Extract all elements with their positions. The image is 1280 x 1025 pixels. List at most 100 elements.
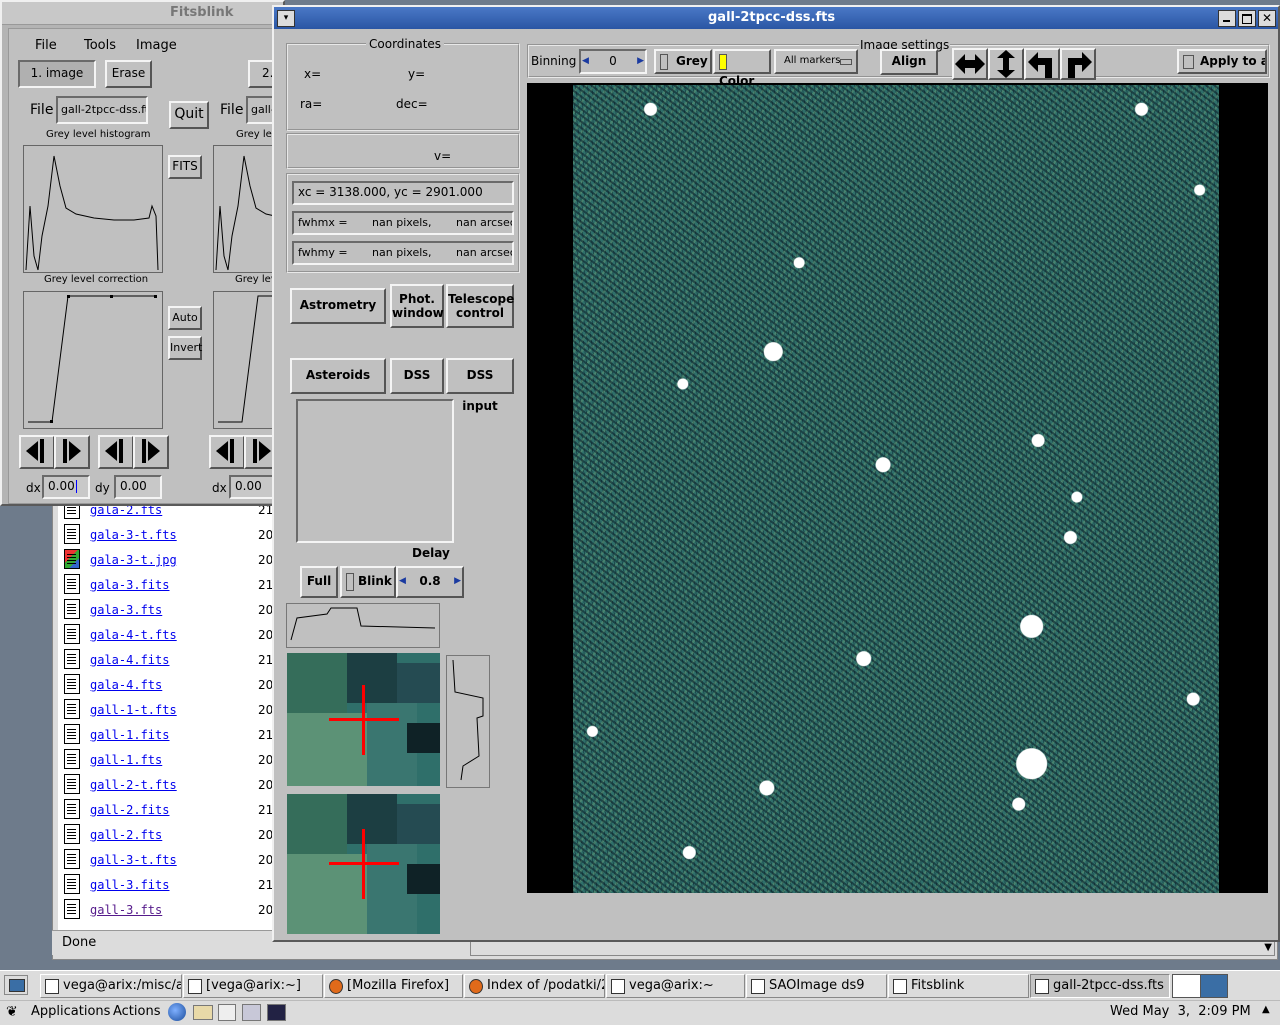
- menu-tools[interactable]: Tools: [84, 38, 116, 53]
- workspace-switcher[interactable]: [1172, 974, 1228, 998]
- window-menu-button[interactable]: ▾: [277, 10, 295, 27]
- terminal-launcher-icon[interactable]: [267, 1004, 286, 1021]
- clock[interactable]: Wed May 3, 2:09 PM: [1110, 1004, 1251, 1019]
- file-list-item[interactable]: gala-3.fits 21: [58, 572, 280, 597]
- file-link[interactable]: gall-2.fts: [90, 828, 162, 842]
- menu-image[interactable]: Image: [136, 38, 177, 53]
- maximize-button[interactable]: [1238, 10, 1256, 27]
- dss-button[interactable]: DSS: [390, 358, 444, 394]
- file-link[interactable]: gall-3.fts: [90, 903, 162, 917]
- decrement-icon[interactable]: ◀: [399, 568, 406, 595]
- file-field[interactable]: gall-2tpcc-dss.fts: [56, 96, 148, 124]
- align-button[interactable]: Align: [880, 49, 938, 75]
- file-list-item[interactable]: gall-3-t.fts 20: [58, 847, 280, 872]
- file-list-item[interactable]: gala-4.fits 21: [58, 647, 280, 672]
- binning-spinner[interactable]: ◀ 0 ▶: [579, 49, 647, 74]
- workspace-1[interactable]: [1173, 975, 1201, 997]
- actions-menu[interactable]: Actions: [113, 1004, 161, 1019]
- image-window-titlebar[interactable]: ▾ gall-2tpcc-dss.fts ✕: [274, 7, 1278, 29]
- scroll-right-icon[interactable]: ▼: [1264, 942, 1272, 953]
- delay-spinner[interactable]: ◀ 0.8 ▶: [396, 566, 464, 598]
- grey-radio[interactable]: Grey: [654, 49, 712, 74]
- file-link[interactable]: gala-3-t.fts: [90, 528, 177, 542]
- file-list-item[interactable]: gala-4-t.fts 20: [58, 622, 280, 647]
- zoom-image-2[interactable]: [287, 794, 440, 934]
- rotate-right-button[interactable]: [1060, 48, 1096, 80]
- notes-launcher-icon[interactable]: [218, 1004, 236, 1021]
- fits-button[interactable]: FITS: [168, 155, 202, 179]
- taskbar-button[interactable]: Fitsblink: [888, 974, 1029, 998]
- menu-file[interactable]: File: [35, 38, 57, 53]
- next-step-button[interactable]: [133, 435, 169, 469]
- file-link[interactable]: gala-4.fits: [90, 653, 169, 667]
- decrement-icon[interactable]: ◀: [582, 51, 589, 71]
- zoom-image-1[interactable]: [287, 653, 440, 786]
- file-list-item[interactable]: gall-1.fts 20: [58, 747, 280, 772]
- file-link[interactable]: gala-4.fts: [90, 678, 162, 692]
- telescope-control-button[interactable]: Telescope control: [446, 284, 514, 328]
- color-radio[interactable]: Color: [713, 49, 771, 88]
- file-link[interactable]: gala-4-t.fts: [90, 628, 177, 642]
- file-list-item[interactable]: gala-4.fts 20: [58, 672, 280, 697]
- taskbar-button[interactable]: Index of /podatki/20: [464, 974, 605, 998]
- close-button[interactable]: ✕: [1258, 10, 1276, 27]
- grey-histogram[interactable]: [23, 145, 163, 273]
- file-list-item[interactable]: gall-3.fts 20: [58, 897, 280, 922]
- dss-input-button[interactable]: DSS input: [446, 358, 514, 413]
- quit-button[interactable]: Quit: [169, 101, 209, 129]
- file-link[interactable]: gall-1-t.fts: [90, 703, 177, 717]
- fitsblink-titlebar[interactable]: Fitsblink: [2, 2, 283, 25]
- increment-icon[interactable]: ▶: [637, 51, 644, 71]
- star-field-image[interactable]: [573, 85, 1219, 893]
- image-canvas[interactable]: [527, 83, 1268, 893]
- file-list-item[interactable]: gala-3.fts 20: [58, 597, 280, 622]
- taskbar-button[interactable]: vega@arix:~: [606, 974, 745, 998]
- grey-correction[interactable]: [23, 291, 163, 429]
- blink-toggle[interactable]: Blink: [340, 566, 396, 598]
- file-list-item[interactable]: gall-2.fits 21: [58, 797, 280, 822]
- flip-horizontal-button[interactable]: [952, 48, 988, 80]
- minimize-button[interactable]: [1218, 10, 1236, 27]
- taskbar-button[interactable]: vega@arix:/misc/as: [40, 974, 182, 998]
- file-link[interactable]: gall-3.fits: [90, 878, 169, 892]
- full-button[interactable]: Full: [300, 566, 338, 598]
- file-link[interactable]: gala-3.fts: [90, 603, 162, 617]
- file-list-item[interactable]: gala-3-t.fts 20: [58, 522, 280, 547]
- invert-button[interactable]: Invert: [168, 336, 202, 360]
- dy-field[interactable]: 0.00: [114, 475, 162, 499]
- markers-dropdown[interactable]: All markers: [774, 49, 858, 74]
- file-link[interactable]: gala-3-t.jpg: [90, 553, 177, 567]
- browser-hscrollbar[interactable]: ▼: [470, 940, 1275, 956]
- next-frame-button[interactable]: [54, 435, 90, 469]
- file-link[interactable]: gall-2.fits: [90, 803, 169, 817]
- workspace-2-active[interactable]: [1201, 975, 1227, 997]
- file-link[interactable]: gala-3.fits: [90, 578, 169, 592]
- astrometry-button[interactable]: Astrometry: [290, 288, 386, 324]
- dx-field[interactable]: 0.00: [42, 475, 90, 499]
- taskbar-button[interactable]: gall-2tpcc-dss.fts: [1030, 974, 1170, 998]
- mail-launcher-icon[interactable]: [193, 1005, 213, 1020]
- asteroids-button[interactable]: Asteroids: [290, 358, 386, 394]
- file-link[interactable]: gall-1.fits: [90, 728, 169, 742]
- flip-vertical-button[interactable]: [988, 48, 1024, 80]
- taskbar-button[interactable]: [vega@arix:~]: [183, 974, 323, 998]
- web-browser-launcher-icon[interactable]: [168, 1003, 186, 1021]
- image1-button[interactable]: 1. image: [18, 60, 96, 88]
- applications-menu[interactable]: Applications: [31, 1004, 110, 1019]
- increment-icon[interactable]: ▶: [454, 568, 461, 595]
- taskbar-button[interactable]: [Mozilla Firefox]: [324, 974, 463, 998]
- file-list-item[interactable]: gall-1-t.fts 20: [58, 697, 280, 722]
- file-list-item[interactable]: gala-3-t.jpg 20: [58, 547, 280, 572]
- gnome-foot-icon[interactable]: ❦: [6, 1004, 20, 1020]
- file-link[interactable]: gall-3-t.fts: [90, 853, 177, 867]
- prev-step-button[interactable]: [98, 435, 134, 469]
- file-list-item[interactable]: gall-3.fits 21: [58, 872, 280, 897]
- file-list-item[interactable]: gall-1.fits 21: [58, 722, 280, 747]
- show-desktop-button[interactable]: [4, 975, 28, 995]
- files-launcher-icon[interactable]: [242, 1004, 261, 1021]
- erase-button[interactable]: Erase: [105, 60, 152, 88]
- file-link[interactable]: gall-1.fts: [90, 753, 162, 767]
- phot-window-button[interactable]: Phot. window: [390, 284, 444, 328]
- prev-frame-button[interactable]: [19, 435, 55, 469]
- apply-to-all-checkbox[interactable]: Apply to all: [1177, 49, 1267, 74]
